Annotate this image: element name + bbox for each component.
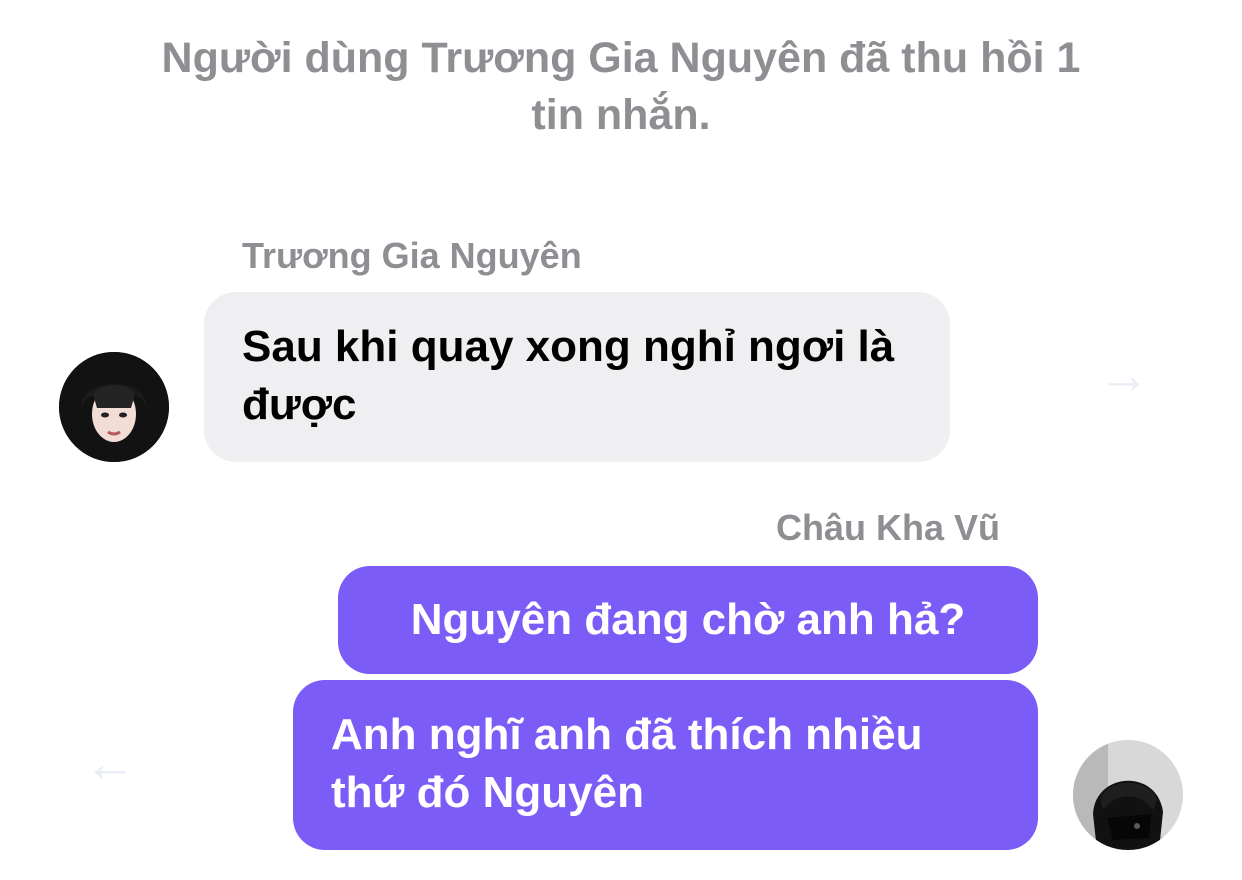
arrow-left-icon: ←	[84, 735, 136, 793]
recall-notice: Người dùng Trương Gia Nguyên đã thu hồi …	[161, 34, 1081, 139]
sender-name-chau-kha-vu: Châu Kha Vũ	[775, 507, 1000, 548]
avatar[interactable]	[59, 352, 169, 462]
avatar-portrait-icon	[1073, 740, 1183, 850]
avatar[interactable]	[1073, 740, 1183, 850]
avatar-portrait-icon	[59, 352, 169, 462]
incoming-message[interactable]: Sau khi quay xong nghỉ ngơi là được	[204, 292, 950, 462]
outgoing-message[interactable]: Anh nghĩ anh đã thích nhiều thứ đó Nguyê…	[293, 680, 1038, 850]
arrow-right-icon: →	[1098, 347, 1150, 405]
sender-name-truong-gia-nguyen: Trương Gia Nguyên	[242, 235, 582, 276]
outgoing-message[interactable]: Nguyên đang chờ anh hả?	[338, 566, 1038, 674]
